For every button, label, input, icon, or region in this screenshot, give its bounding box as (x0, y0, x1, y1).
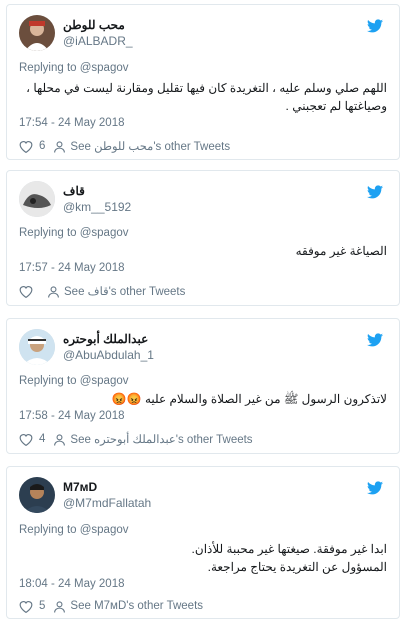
tweet-card[interactable]: عبدالملك أبوحتره @AbuAbdulah_1 Replying … (6, 318, 400, 454)
tweet-text: لاتذكرون الرسول ﷺ من غير الصلاة والسلام … (111, 392, 387, 406)
heart-icon[interactable] (19, 140, 33, 153)
display-name[interactable]: محب للوطن (63, 17, 133, 33)
see-other-tweets-link[interactable]: See M7ᴍD's other Tweets (70, 600, 203, 612)
see-other-tweets-link[interactable]: See محب للوطن's other Tweets (70, 139, 230, 153)
heart-icon[interactable] (19, 433, 33, 446)
tweet-timestamp[interactable]: 17:54 - 24 May 2018 (19, 117, 125, 129)
tweet-timestamp[interactable]: 17:58 - 24 May 2018 (19, 410, 125, 422)
like-count: 5 (39, 600, 46, 612)
person-icon (54, 140, 66, 153)
twitter-bird-icon[interactable] (367, 19, 383, 33)
author-names: محب للوطن @iALBADR_ (63, 17, 133, 49)
tweet-actions: 4 See عبدالملك أبوحتره's other Tweets (19, 430, 253, 448)
tweet-text: اللهم صلي وسلم عليه ، التغريدة كان فيها … (26, 81, 387, 113)
replying-to[interactable]: Replying to @spagov (19, 227, 129, 239)
author-names: قاف @km__5192 (63, 183, 131, 215)
avatar[interactable] (19, 329, 55, 365)
tweet-text: الصياغة غير موفقه (295, 244, 387, 258)
tweet-timestamp[interactable]: 18:04 - 24 May 2018 (19, 578, 125, 590)
tweet-actions: See قاف's other Tweets (19, 282, 185, 300)
user-handle[interactable]: @AbuAbdulah_1 (63, 347, 154, 363)
display-name[interactable]: قاف (63, 183, 131, 199)
tweet-header: قاف @km__5192 (19, 181, 387, 221)
replying-to[interactable]: Replying to @spagov (19, 375, 129, 387)
user-handle[interactable]: @M7mdFallatah (63, 495, 151, 511)
like-count: 4 (39, 433, 46, 445)
tweet-card[interactable]: قاف @km__5192 Replying to @spagov الصياغ… (6, 170, 400, 306)
person-icon (48, 285, 59, 298)
tweet-header: محب للوطن @iALBADR_ (19, 15, 387, 55)
replying-to[interactable]: Replying to @spagov (19, 62, 129, 74)
tweet-card[interactable]: M7ᴍD @M7mdFallatah Replying to @spagov ا… (6, 466, 400, 619)
like-count: 6 (39, 140, 46, 152)
user-handle[interactable]: @iALBADR_ (63, 33, 133, 49)
tweet-text: ابدا غير موفقة. صيغتها غير محببة للأذان.… (19, 540, 387, 576)
person-icon (54, 433, 66, 446)
tweet-actions: 5 See M7ᴍD's other Tweets (19, 597, 203, 615)
tweet-actions: 6 See محب للوطن's other Tweets (19, 137, 230, 155)
heart-icon[interactable] (19, 600, 33, 613)
avatar[interactable] (19, 15, 55, 51)
avatar[interactable] (19, 181, 55, 217)
user-handle[interactable]: @km__5192 (63, 199, 131, 215)
heart-icon[interactable] (19, 285, 33, 298)
see-other-tweets-link[interactable]: See قاف's other Tweets (64, 284, 185, 298)
twitter-bird-icon[interactable] (367, 333, 383, 347)
tweet-timestamp[interactable]: 17:57 - 24 May 2018 (19, 262, 125, 274)
author-names: عبدالملك أبوحتره @AbuAbdulah_1 (63, 331, 154, 363)
tweet-card[interactable]: محب للوطن @iALBADR_ Replying to @spagov … (6, 4, 400, 160)
avatar[interactable] (19, 477, 55, 513)
tweet-header: عبدالملك أبوحتره @AbuAbdulah_1 (19, 329, 387, 369)
tweet-text-line: المسؤول عن التغريدة يحتاج مراجعة. (207, 560, 387, 574)
tweet-header: M7ᴍD @M7mdFallatah (19, 477, 387, 517)
see-other-tweets-link[interactable]: See عبدالملك أبوحتره's other Tweets (70, 432, 252, 446)
tweet-text-line: ابدا غير موفقة. صيغتها غير محببة للأذان. (191, 542, 387, 556)
tweet-feed: محب للوطن @iALBADR_ Replying to @spagov … (0, 0, 404, 623)
display-name[interactable]: عبدالملك أبوحتره (63, 331, 154, 347)
twitter-bird-icon[interactable] (367, 185, 383, 199)
display-name[interactable]: M7ᴍD (63, 479, 151, 495)
author-names: M7ᴍD @M7mdFallatah (63, 479, 151, 511)
twitter-bird-icon[interactable] (367, 481, 383, 495)
person-icon (54, 600, 66, 613)
replying-to[interactable]: Replying to @spagov (19, 524, 129, 536)
